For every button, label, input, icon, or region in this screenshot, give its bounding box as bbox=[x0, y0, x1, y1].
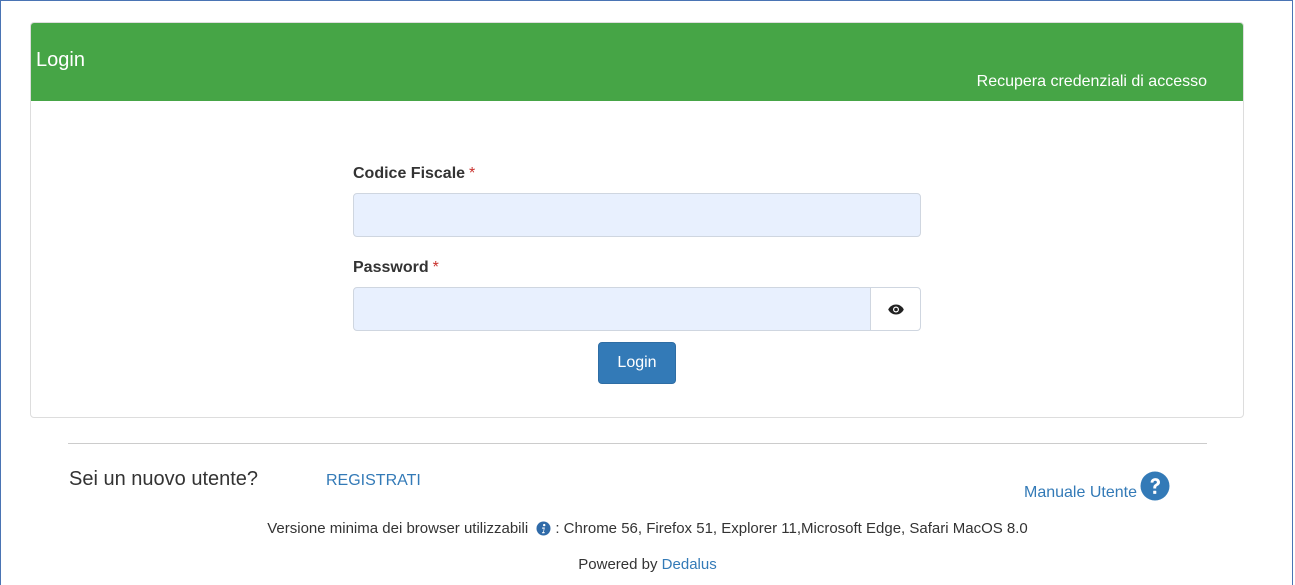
browser-list: : Chrome 56, Firefox 51, Explorer 11,Mic… bbox=[555, 520, 1028, 537]
user-manual: Manuale Utente bbox=[1024, 470, 1170, 502]
panel-heading: Login Recupera credenziali di accesso bbox=[31, 23, 1243, 101]
login-button[interactable]: Login bbox=[598, 342, 676, 384]
codice-fiscale-input[interactable] bbox=[353, 193, 921, 237]
browser-requirements-prefix: Versione minima dei browser utilizzabili bbox=[267, 520, 529, 537]
panel-title: Login bbox=[36, 49, 85, 71]
password-label: Password * bbox=[353, 259, 439, 281]
divider bbox=[68, 443, 1207, 444]
required-mark: * bbox=[469, 165, 476, 182]
password-input[interactable] bbox=[353, 287, 871, 331]
password-label-text: Password bbox=[353, 259, 429, 276]
eye-icon bbox=[887, 304, 904, 314]
question-circle-icon[interactable] bbox=[1140, 471, 1170, 501]
info-circle-icon bbox=[536, 521, 551, 536]
dedalus-link[interactable]: Dedalus bbox=[662, 556, 717, 573]
required-mark: * bbox=[432, 259, 439, 276]
recover-credentials-link[interactable]: Recupera credenziali di accesso bbox=[977, 73, 1207, 91]
password-input-group bbox=[353, 287, 921, 331]
codice-fiscale-label: Codice Fiscale * bbox=[353, 165, 475, 187]
user-manual-link[interactable]: Manuale Utente bbox=[1024, 484, 1137, 502]
powered-by-prefix: Powered by bbox=[578, 556, 658, 573]
browser-requirements: Versione minima dei browser utilizzabili… bbox=[0, 520, 1295, 537]
register-link[interactable]: REGISTRATI bbox=[326, 472, 421, 490]
codice-fiscale-label-text: Codice Fiscale bbox=[353, 165, 466, 182]
new-user-text: Sei un nuovo utente? bbox=[69, 468, 259, 490]
show-password-button[interactable] bbox=[870, 287, 921, 331]
powered-by: Powered by Dedalus bbox=[0, 556, 1295, 573]
